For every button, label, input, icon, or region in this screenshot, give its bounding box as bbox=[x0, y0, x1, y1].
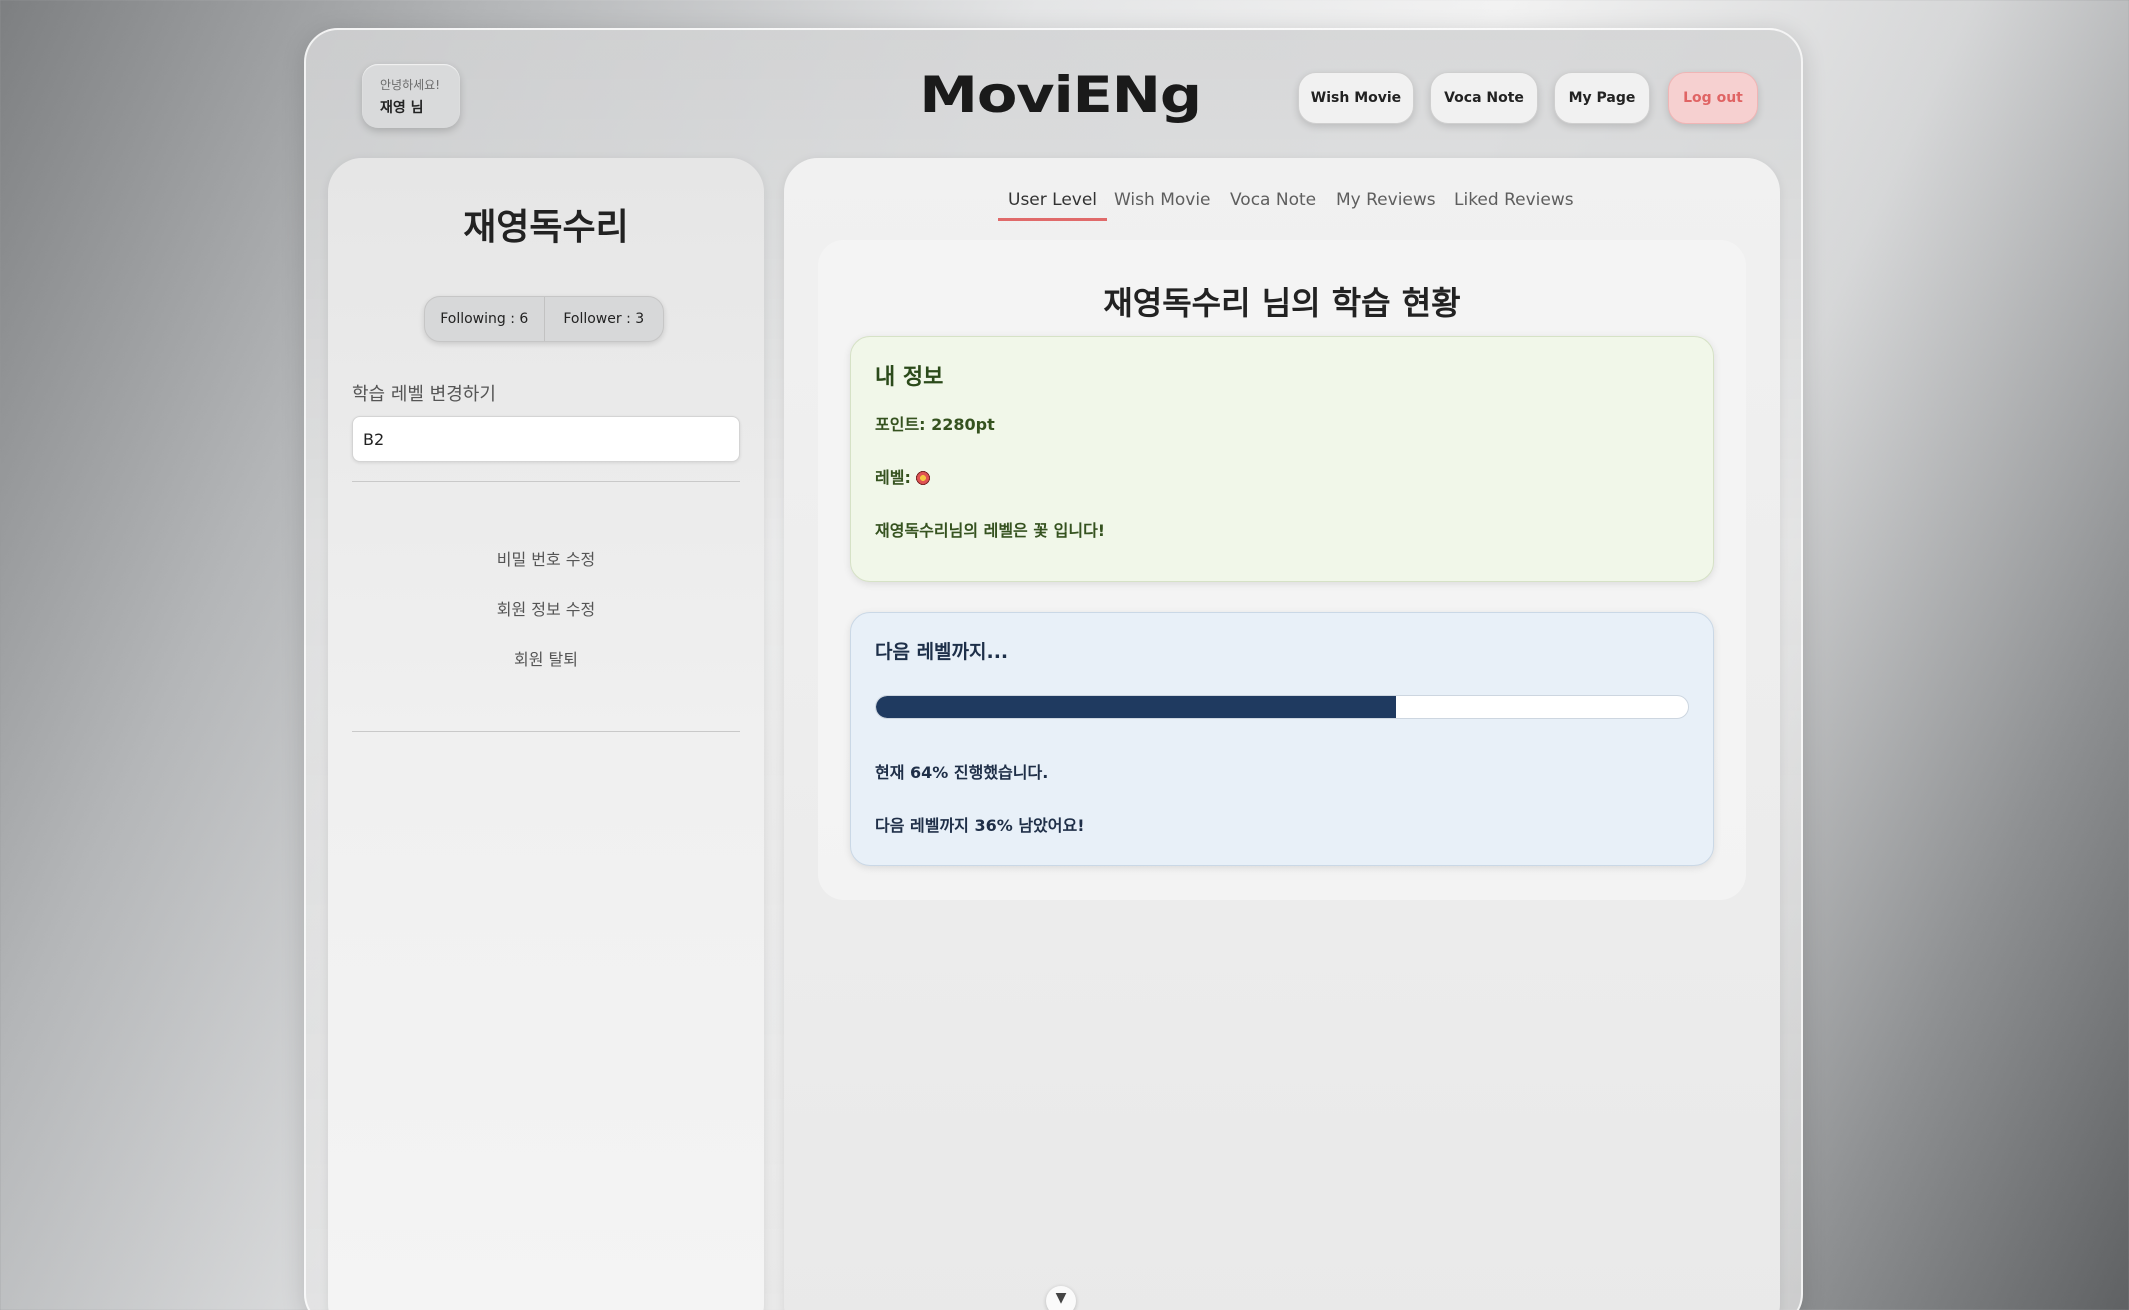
next-level-card: 다음 레벨까지... 현재 64% 진행했습니다. 다음 레벨까지 36% 남았… bbox=[850, 612, 1714, 866]
tab-bar: User Level Wish Movie Voca Note My Revie… bbox=[784, 190, 1780, 226]
learning-status-section: 재영독수리 님의 학습 현황 내 정보 포인트: 2280pt 레벨: 재영독수… bbox=[818, 240, 1746, 900]
level-select[interactable]: B2 bbox=[352, 416, 740, 462]
my-info-card: 내 정보 포인트: 2280pt 레벨: 재영독수리님의 레벨은 꽃 입니다! bbox=[850, 336, 1714, 582]
my-page-button[interactable]: My Page bbox=[1554, 72, 1650, 124]
level-change-label: 학습 레벨 변경하기 bbox=[352, 384, 496, 405]
points-text: 포인트: 2280pt bbox=[875, 415, 995, 434]
wish-movie-button[interactable]: Wish Movie bbox=[1298, 72, 1414, 124]
level-message: 재영독수리님의 레벨은 꽃 입니다! bbox=[875, 521, 1106, 540]
tab-my-reviews[interactable]: My Reviews bbox=[1336, 190, 1436, 220]
following-count-button[interactable]: Following : 6 bbox=[425, 297, 544, 341]
flower-icon bbox=[914, 470, 931, 486]
scroll-down-icon[interactable]: ▼ bbox=[1046, 1286, 1076, 1310]
main-panel: User Level Wish Movie Voca Note My Revie… bbox=[784, 158, 1780, 1310]
divider bbox=[352, 481, 740, 482]
greeting-text: 안녕하세요! bbox=[380, 78, 441, 92]
progress-remaining-text: 다음 레벨까지 36% 남았어요! bbox=[875, 816, 1085, 835]
withdraw-link[interactable]: 회원 탈퇴 bbox=[328, 646, 764, 670]
profile-sidebar: 재영독수리 Following : 6 Follower : 3 학습 레벨 변… bbox=[328, 158, 764, 1310]
change-password-link[interactable]: 비밀 번호 수정 bbox=[328, 546, 764, 570]
edit-profile-link[interactable]: 회원 정보 수정 bbox=[328, 596, 764, 620]
follow-stats: Following : 6 Follower : 3 bbox=[424, 296, 664, 342]
follower-count-button[interactable]: Follower : 3 bbox=[543, 297, 664, 341]
next-level-title: 다음 레벨까지... bbox=[875, 641, 1009, 663]
divider bbox=[352, 731, 740, 732]
app-logo[interactable]: MoviENg bbox=[919, 66, 1202, 126]
level-progress-fill bbox=[876, 696, 1396, 718]
my-info-title: 내 정보 bbox=[875, 365, 944, 390]
tab-voca-note[interactable]: Voca Note bbox=[1230, 190, 1316, 220]
profile-nickname: 재영독수리 bbox=[463, 207, 629, 248]
user-greeting-badge: 안녕하세요! 재영 님 bbox=[362, 64, 460, 128]
page-title: 재영독수리 님의 학습 현황 bbox=[1103, 284, 1461, 322]
tab-user-level[interactable]: User Level bbox=[998, 190, 1108, 221]
level-row: 레벨: bbox=[875, 464, 931, 488]
voca-note-button[interactable]: Voca Note bbox=[1430, 72, 1538, 124]
level-progress-bar bbox=[875, 695, 1689, 719]
level-label: 레벨: bbox=[875, 468, 911, 487]
logout-button[interactable]: Log out bbox=[1668, 72, 1758, 124]
tab-wish-movie[interactable]: Wish Movie bbox=[1114, 190, 1211, 220]
app-window: 안녕하세요! 재영 님 MoviENg Wish Movie Voca Note… bbox=[304, 28, 1803, 1310]
progress-current-text: 현재 64% 진행했습니다. bbox=[875, 763, 1049, 782]
user-name: 재영 님 bbox=[380, 100, 424, 116]
tab-liked-reviews[interactable]: Liked Reviews bbox=[1454, 190, 1574, 220]
